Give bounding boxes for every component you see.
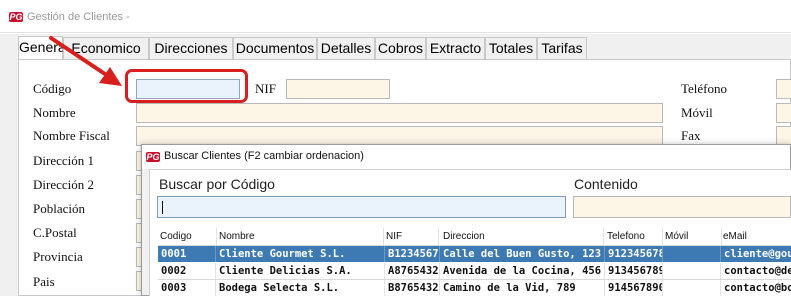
cell-movil <box>663 246 721 262</box>
column-header-direccion[interactable]: Direccion <box>443 228 604 245</box>
cell-movil <box>663 280 721 296</box>
column-header-codigo[interactable]: Codigo <box>160 228 217 245</box>
cell-movil <box>663 263 721 279</box>
column-header-telefono[interactable]: Telefono <box>607 228 663 245</box>
cell-email: contacto@bodega.com <box>724 282 791 294</box>
cell-telefono: 913456789 <box>605 263 663 279</box>
column-header-movil[interactable]: Móvil <box>665 228 722 245</box>
table-row[interactable]: 0003 Bodega Selecta S.L. B87654321 Camin… <box>158 280 791 296</box>
cell-email: cliente@gourmet.com <box>724 248 791 260</box>
cell-telefono: 912345678 <box>605 246 663 262</box>
cell-direccion: Calle del Buen Gusto, 123 <box>440 246 605 262</box>
cell-nombre: Cliente Delicias S.A. <box>216 263 385 279</box>
column-header-nif[interactable]: NIF <box>386 228 439 245</box>
content-input[interactable] <box>573 196 791 218</box>
cell-nif: A87654321 <box>385 263 440 279</box>
cell-direccion: Avenida de la Cocina, 456 <box>440 263 605 279</box>
dialog-titlebar: PG Buscar Clientes (F2 cambiar ordenacio… <box>142 145 790 169</box>
content-label: Contenido <box>574 176 638 192</box>
column-header-email[interactable]: eMail <box>723 228 791 245</box>
search-input[interactable] <box>157 196 566 218</box>
cell-telefono: 914567890 <box>605 280 663 296</box>
column-header-nombre[interactable]: Nombre <box>219 228 384 245</box>
cell-nombre: Bodega Selecta S.L. <box>216 280 385 296</box>
cell-direccion: Camino de la Vid, 789 <box>440 280 605 296</box>
cell-codigo: 0002 <box>158 263 216 279</box>
cell-email: contacto@delicias.com <box>724 265 791 277</box>
cell-codigo: 0003 <box>158 280 216 296</box>
dialog-title: Buscar Clientes (F2 cambiar ordenacion) <box>164 150 364 162</box>
cell-nombre: Cliente Gourmet S.L. <box>216 246 385 262</box>
text-caret <box>162 201 163 214</box>
search-by-label: Buscar por Código <box>159 176 275 192</box>
cell-nif: B12345678 <box>385 246 440 262</box>
table-row[interactable]: 0001 Cliente Gourmet S.L. B12345678 Call… <box>158 246 791 262</box>
cell-codigo: 0001 <box>158 246 216 262</box>
table-row[interactable]: 0002 Cliente Delicias S.A. A87654321 Ave… <box>158 263 791 279</box>
results-grid: Codigo Nombre NIF Direccion Telefono Móv… <box>158 228 791 296</box>
dialog-logo-icon: PG <box>146 152 160 162</box>
cell-nif: B87654321 <box>385 280 440 296</box>
